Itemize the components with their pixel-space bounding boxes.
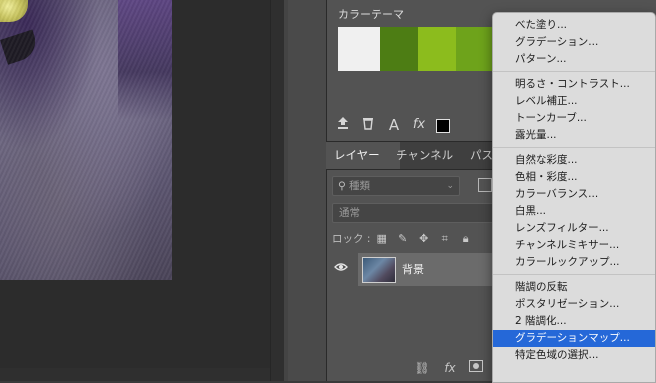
lock-image-pixels-icon[interactable]: ✎ bbox=[395, 232, 411, 245]
menu-item-label: 色相・彩度... bbox=[515, 171, 578, 183]
menu-item-label: 露光量... bbox=[515, 129, 557, 141]
menu-item-channel-mixer[interactable]: チャンネルミキサー... bbox=[493, 237, 655, 254]
menu-item-label: グラデーションマップ... bbox=[515, 332, 630, 344]
menu-item-curves[interactable]: トーンカーブ... bbox=[493, 110, 655, 127]
menu-item-label: カラーバランス... bbox=[515, 188, 599, 200]
menu-separator bbox=[493, 147, 655, 148]
menu-item-color-lookup[interactable]: カラールックアップ... bbox=[493, 254, 655, 271]
trash-icon[interactable] bbox=[359, 116, 377, 134]
menu-item-solid-color[interactable]: べた塗り... bbox=[493, 17, 655, 34]
menu-item-label: 明るさ・コントラスト... bbox=[515, 78, 630, 90]
swatch-1[interactable] bbox=[338, 27, 380, 71]
lock-transparent-pixels-icon[interactable]: ▦ bbox=[374, 232, 390, 245]
mask-icon[interactable] bbox=[468, 360, 484, 376]
layer-filter-placeholder: 種類 bbox=[349, 180, 370, 192]
swatch-3[interactable] bbox=[418, 27, 456, 71]
menu-item-label: チャンネルミキサー... bbox=[515, 239, 620, 251]
swatch-2[interactable] bbox=[380, 27, 418, 71]
menu-item-label: 2 階調化... bbox=[515, 315, 567, 327]
panel-dock-gap bbox=[288, 0, 326, 381]
horizontal-scrollbar[interactable] bbox=[0, 368, 270, 381]
layer-filter-input[interactable]: ⚲ 種類 ⌄ bbox=[332, 176, 460, 196]
menu-item-hue-saturation[interactable]: 色相・彩度... bbox=[493, 169, 655, 186]
vertical-scrollbar[interactable] bbox=[270, 0, 285, 381]
layer-thumbnail bbox=[362, 257, 396, 283]
cat-collar bbox=[0, 29, 41, 65]
menu-item-selective-color[interactable]: 特定色域の選択... bbox=[493, 347, 655, 364]
menu-item-invert[interactable]: 階調の反転 bbox=[493, 279, 655, 296]
lock-artboard-icon[interactable]: ⌗ bbox=[437, 232, 453, 246]
swatches-panel-title: カラーテーマ bbox=[338, 8, 404, 21]
menu-item-label: 特定色域の選択... bbox=[515, 349, 599, 361]
lock-position-icon[interactable]: ✥ bbox=[416, 232, 432, 245]
cat-eye bbox=[0, 0, 28, 22]
document-image[interactable] bbox=[0, 0, 172, 280]
lock-all-icon[interactable]: 🔒︎ bbox=[458, 232, 474, 246]
menu-item-label: パターン... bbox=[515, 53, 567, 65]
upload-icon[interactable] bbox=[334, 116, 352, 134]
menu-item-vibrance[interactable]: 自然な彩度... bbox=[493, 152, 655, 169]
menu-item-label: べた塗り... bbox=[515, 19, 568, 31]
blend-mode-value: 通常 bbox=[339, 207, 360, 219]
menu-item-posterize[interactable]: ポスタリゼーション... bbox=[493, 296, 655, 313]
menu-item-black-white[interactable]: 白黒... bbox=[493, 203, 655, 220]
adjustment-layer-menu: べた塗り... グラデーション... パターン... 明るさ・コントラスト... レベル… bbox=[492, 12, 656, 383]
menu-separator bbox=[493, 274, 655, 275]
lock-label: ロック : bbox=[332, 233, 371, 245]
menu-separator bbox=[493, 71, 655, 72]
swatch-toolbar: A fx bbox=[332, 116, 492, 136]
menu-item-gradient[interactable]: グラデーション... bbox=[493, 34, 655, 51]
visibility-eye-icon[interactable] bbox=[332, 261, 350, 277]
link-icon[interactable]: ⛓ bbox=[414, 360, 430, 376]
layers-bottom-toolbar: ⛓ fx bbox=[326, 355, 506, 381]
menu-item-pattern[interactable]: パターン... bbox=[493, 51, 655, 68]
menu-item-label: グラデーション... bbox=[515, 36, 599, 48]
menu-item-label: ポスタリゼーション... bbox=[515, 298, 620, 310]
menu-item-brightness-contrast[interactable]: 明るさ・コントラスト... bbox=[493, 76, 655, 93]
menu-item-label: 白黒... bbox=[515, 205, 547, 217]
lock-row: ロック : ▦ ✎ ✥ ⌗ 🔒︎ bbox=[332, 231, 479, 249]
chevron-down-icon: ⌄ bbox=[446, 181, 454, 191]
layer-name[interactable]: 背景 bbox=[402, 261, 424, 277]
swatch-4[interactable] bbox=[456, 27, 492, 71]
menu-item-exposure[interactable]: 露光量... bbox=[493, 127, 655, 144]
foreground-color-swatch[interactable] bbox=[436, 119, 450, 133]
menu-item-label: 階調の反転 bbox=[515, 281, 568, 293]
menu-item-threshold[interactable]: 2 階調化... bbox=[493, 313, 655, 330]
blend-mode-select[interactable]: 通常 bbox=[332, 203, 494, 223]
menu-item-color-balance[interactable]: カラーバランス... bbox=[493, 186, 655, 203]
menu-item-label: レンズフィルター... bbox=[515, 222, 609, 234]
menu-item-label: トーンカーブ... bbox=[515, 112, 587, 124]
fx-icon[interactable]: fx bbox=[410, 116, 428, 134]
search-icon: ⚲ bbox=[338, 180, 346, 192]
fx-icon[interactable]: fx bbox=[442, 360, 458, 376]
image-filter-icon[interactable] bbox=[478, 178, 492, 192]
menu-item-photo-filter[interactable]: レンズフィルター... bbox=[493, 220, 655, 237]
menu-item-label: レベル補正... bbox=[515, 95, 578, 107]
menu-item-gradient-map[interactable]: グラデーションマップ... bbox=[493, 330, 655, 347]
text-icon[interactable]: A bbox=[385, 116, 403, 134]
menu-item-label: カラールックアップ... bbox=[515, 256, 620, 268]
tab-channels[interactable]: チャンネル bbox=[388, 142, 461, 169]
menu-item-label: 自然な彩度... bbox=[515, 154, 578, 166]
menu-item-levels[interactable]: レベル補正... bbox=[493, 93, 655, 110]
